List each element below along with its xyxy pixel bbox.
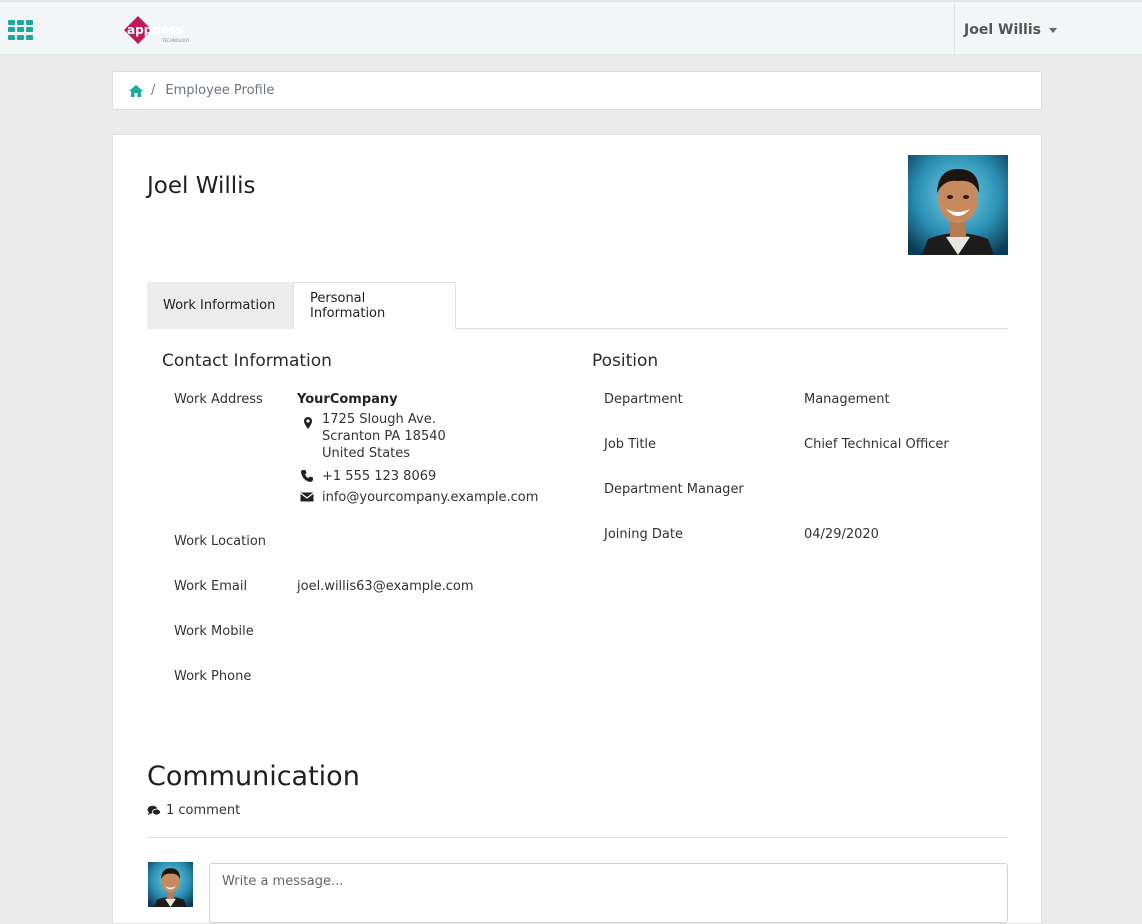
tab-personal-information[interactable]: Personal Information bbox=[293, 282, 456, 329]
work-address-label: Work Address bbox=[174, 392, 263, 407]
logo-text: appness bbox=[127, 23, 183, 37]
appness-logo[interactable]: appness TECHNOLOGY bbox=[122, 10, 212, 50]
contact-information-title: Contact Information bbox=[162, 351, 332, 371]
work-phone-label: Work Phone bbox=[174, 669, 252, 684]
department-manager-label: Department Manager bbox=[604, 482, 744, 497]
position-title: Position bbox=[592, 351, 659, 371]
communication-divider bbox=[147, 837, 1008, 838]
envelope-icon bbox=[300, 492, 314, 502]
top-navbar: appness TECHNOLOGY Joel Willis bbox=[0, 0, 1142, 57]
phone-icon bbox=[301, 470, 313, 482]
breadcrumb: / Employee Profile bbox=[112, 71, 1042, 110]
department-value[interactable]: Management bbox=[804, 392, 890, 407]
address-line-3: United States bbox=[322, 446, 411, 461]
comment-count-label[interactable]: 1 comment bbox=[166, 803, 240, 818]
breadcrumb-current: Employee Profile bbox=[165, 83, 275, 98]
chevron-down-icon[interactable] bbox=[1048, 27, 1057, 33]
user-menu[interactable]: Joel Willis bbox=[954, 2, 1142, 57]
comment-count[interactable]: 1 comment bbox=[147, 803, 240, 818]
notebook-tabs: Work Information Personal Information bbox=[147, 282, 1008, 329]
apps-grid-icon[interactable] bbox=[8, 20, 33, 40]
tab-work-information[interactable]: Work Information bbox=[147, 282, 293, 329]
company-name[interactable]: YourCompany bbox=[297, 392, 398, 407]
work-email-value[interactable]: joel.willis63@example.com bbox=[297, 579, 474, 594]
work-email-label: Work Email bbox=[174, 579, 248, 594]
work-location-label: Work Location bbox=[174, 534, 267, 549]
message-input[interactable] bbox=[209, 863, 1008, 923]
employee-name[interactable]: Joel Willis bbox=[147, 173, 256, 199]
company-phone[interactable]: +1 555 123 8069 bbox=[322, 468, 436, 485]
home-icon[interactable] bbox=[129, 84, 143, 97]
joining-date-label: Joining Date bbox=[604, 527, 683, 542]
comments-icon bbox=[147, 805, 161, 815]
employee-avatar[interactable] bbox=[908, 155, 1008, 255]
address-line-1: 1725 Slough Ave. bbox=[322, 412, 436, 427]
address-line-2: Scranton PA 18540 bbox=[322, 429, 446, 444]
map-marker-icon bbox=[304, 417, 312, 429]
breadcrumb-separator: / bbox=[151, 83, 156, 98]
job-title-label: Job Title bbox=[604, 437, 657, 452]
employee-form-sheet: Joel Willis Work Information Personal In… bbox=[112, 134, 1042, 924]
logo-subtext: TECHNOLOGY bbox=[161, 38, 190, 43]
joining-date-value[interactable]: 04/29/2020 bbox=[804, 527, 879, 542]
work-mobile-label: Work Mobile bbox=[174, 624, 254, 639]
job-title-value[interactable]: Chief Technical Officer bbox=[804, 437, 949, 452]
department-label: Department bbox=[604, 392, 683, 407]
company-email[interactable]: info@yourcompany.example.com bbox=[322, 489, 538, 506]
user-avatar bbox=[148, 862, 193, 907]
user-name[interactable]: Joel Willis bbox=[964, 22, 1041, 38]
communication-title: Communication bbox=[147, 761, 360, 792]
